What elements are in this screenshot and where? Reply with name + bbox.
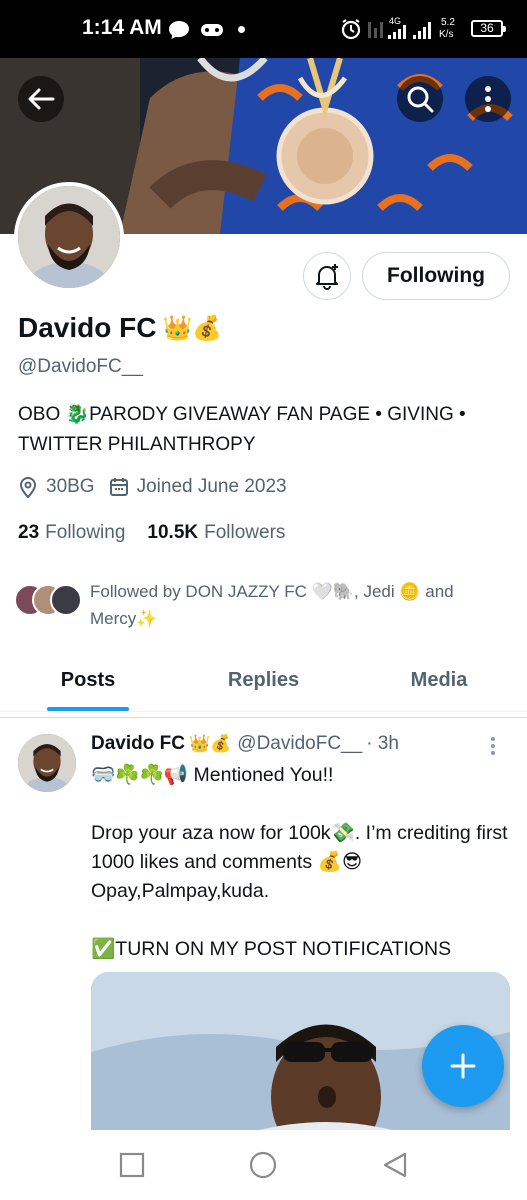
- following-count-link[interactable]: 23 Following: [18, 522, 125, 544]
- post-more-icon[interactable]: [490, 736, 496, 756]
- tab-posts-label: Posts: [60, 669, 116, 691]
- post-line-1: 🥽☘️☘️📢 Mentioned You!!: [91, 764, 334, 786]
- back-nav-icon[interactable]: [382, 1151, 408, 1179]
- post-line-2: Drop your aza now for 100k💸. I’m crediti…: [91, 822, 508, 902]
- followers-count: 10.5K: [147, 522, 199, 543]
- profile-name: Davido FC 👑💰: [18, 312, 222, 344]
- profile-avatar[interactable]: [14, 182, 124, 292]
- post-line-3: ✅TURN ON MY POST NOTIFICATIONS: [91, 938, 452, 960]
- calendar-icon: [109, 478, 128, 496]
- post-author-handle: @DavidoFC__: [237, 733, 363, 754]
- signal-strength-3-icon: [413, 22, 431, 39]
- plus-icon: [450, 1053, 476, 1079]
- more-vertical-icon: [485, 86, 491, 112]
- following-button[interactable]: Following: [362, 252, 510, 300]
- search-icon: [407, 86, 434, 113]
- battery-indicator: 36: [471, 20, 506, 37]
- game-notification-icon: [201, 24, 223, 36]
- tab-media[interactable]: Media: [351, 650, 527, 711]
- notifications-button[interactable]: [303, 252, 351, 300]
- followers-label: Followers: [204, 522, 286, 543]
- recent-apps-icon[interactable]: [119, 1152, 145, 1178]
- profile-tabs: Posts Replies Media: [0, 650, 527, 712]
- signal-strength-1-icon: [368, 22, 383, 38]
- name-emojis: 👑💰: [162, 314, 223, 342]
- followed-by-text: Followed by DON JAZZY FC 🤍🐘, Jedi 🪙 and …: [90, 582, 454, 628]
- display-name: Davido FC: [18, 312, 157, 343]
- more-options-button[interactable]: [465, 76, 511, 122]
- profile-handle: @DavidoFC__: [18, 356, 143, 377]
- back-button[interactable]: [18, 76, 64, 122]
- following-label: Following: [45, 522, 126, 543]
- system-nav-bar: [0, 1130, 527, 1200]
- post-avatar-image: [18, 734, 76, 792]
- post-author-avatar[interactable]: [18, 734, 76, 792]
- tab-media-label: Media: [410, 669, 468, 691]
- arrow-left-icon: [28, 88, 55, 110]
- followed-by-avatars: [14, 578, 88, 618]
- signal-strength-2-icon: [388, 25, 406, 39]
- chat-notification-icon: [169, 21, 189, 39]
- alarm-icon: [341, 19, 361, 40]
- network-speed-unit: K/s: [439, 29, 454, 40]
- home-icon[interactable]: [249, 1151, 277, 1179]
- post-time: · 3h: [366, 733, 399, 754]
- compose-post-button[interactable]: [422, 1025, 504, 1107]
- profile-bio: OBO 🐉PARODY GIVEAWAY FAN PAGE • GIVING •…: [18, 404, 466, 455]
- tab-replies[interactable]: Replies: [176, 650, 351, 711]
- post-author-emojis: 👑💰: [188, 734, 232, 753]
- joined-text: Joined June 2023: [136, 476, 287, 497]
- avatar-image: [18, 186, 120, 288]
- bell-plus-icon: [316, 264, 338, 290]
- post-author-name[interactable]: Davido FC: [91, 733, 185, 755]
- post-header: Davido FC 👑💰 @DavidoFC__ · 3h: [91, 733, 399, 755]
- location-pin-icon: [19, 477, 37, 498]
- status-time: 1:14 AM: [82, 16, 162, 39]
- followed-by[interactable]: Followed by DON JAZZY FC 🤍🐘, Jedi 🪙 and …: [14, 578, 514, 632]
- location: 30BG: [18, 476, 95, 498]
- tabs-divider: [0, 717, 527, 718]
- active-tab-indicator: [47, 707, 129, 711]
- search-button[interactable]: [397, 76, 443, 122]
- status-bar: 1:14 AM 4G 5.2 K/s 36: [0, 0, 527, 58]
- tab-replies-label: Replies: [227, 669, 300, 691]
- profile-meta: 30BG Joined June 2023: [18, 476, 301, 498]
- tab-posts[interactable]: Posts: [0, 650, 176, 711]
- network-speed-value: 5.2: [441, 17, 455, 28]
- post-text: 🥽☘️☘️📢 Mentioned You!! Drop your aza now…: [91, 761, 511, 964]
- location-text: 30BG: [46, 476, 95, 497]
- followers-count-link[interactable]: 10.5K Followers: [147, 522, 285, 544]
- following-count: 23: [18, 522, 40, 543]
- follow-counts: 23 Following 10.5K Followers: [18, 522, 285, 544]
- joined-date: Joined June 2023: [109, 476, 287, 498]
- notification-dot-icon: [238, 26, 245, 33]
- follower-avatar-3: [50, 584, 82, 616]
